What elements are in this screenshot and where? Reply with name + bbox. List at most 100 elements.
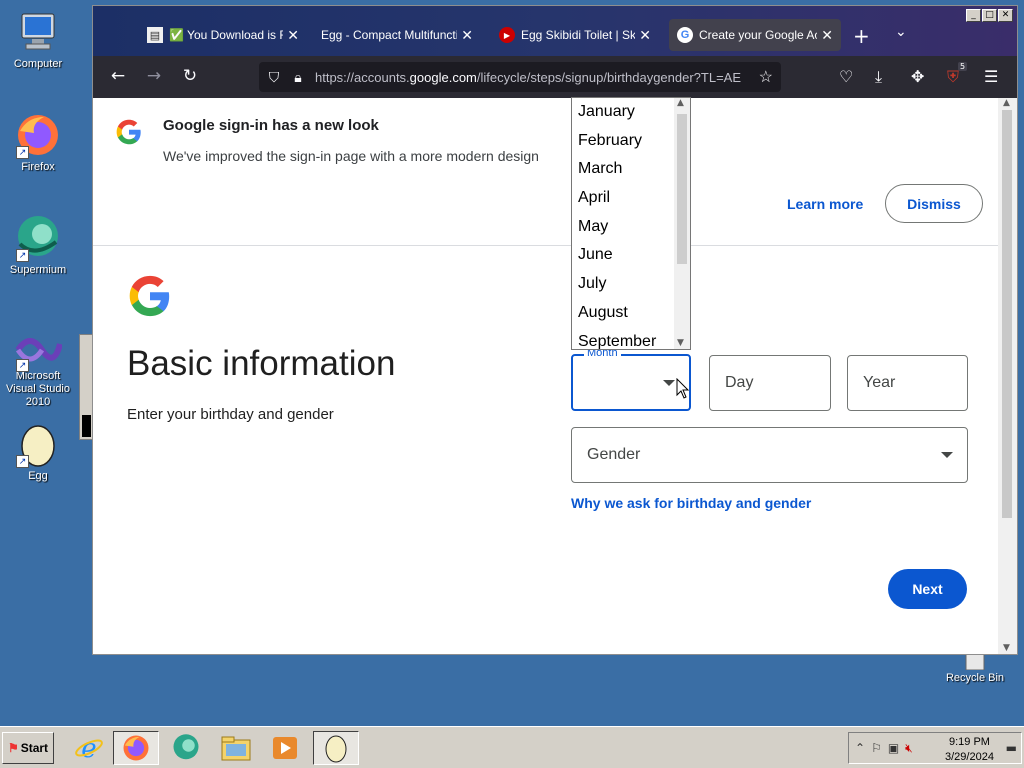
close-icon[interactable]: ✕ bbox=[283, 27, 299, 44]
desktop-icon-visual-studio[interactable]: ↗ Microsoft Visual Studio 2010 bbox=[0, 330, 76, 409]
scroll-up-icon[interactable]: ▲ bbox=[677, 98, 684, 108]
page-scrollbar[interactable]: ▲ ▼ bbox=[998, 98, 1017, 654]
month-select[interactable]: Month bbox=[571, 347, 691, 411]
month-dropdown-list[interactable]: January February March April May June Ju… bbox=[571, 97, 691, 350]
reload-icon[interactable]: ↻ bbox=[179, 66, 201, 86]
tab-title: Create your Google Acco bbox=[699, 28, 817, 42]
tab-title: Egg - Compact Multifunction T bbox=[321, 28, 458, 42]
new-tab-plus-icon[interactable]: + bbox=[853, 24, 870, 48]
back-arrow-icon[interactable]: ← bbox=[107, 66, 129, 86]
month-option[interactable]: March bbox=[572, 155, 675, 184]
month-option[interactable]: August bbox=[572, 299, 675, 328]
month-option[interactable]: April bbox=[572, 184, 675, 213]
show-desktop-icon[interactable]: ▬ bbox=[1006, 741, 1017, 755]
month-option[interactable]: May bbox=[572, 213, 675, 242]
month-option[interactable]: February bbox=[572, 127, 675, 156]
start-button[interactable]: ⚑ Start bbox=[2, 732, 54, 764]
caret-down-icon bbox=[663, 380, 675, 386]
start-label: Start bbox=[20, 741, 49, 755]
internet-explorer-icon: e bbox=[75, 734, 103, 763]
tab-title: Egg Skibidi Toilet | Skibidi bbox=[521, 28, 636, 42]
computer-icon bbox=[14, 8, 62, 56]
extensions-icon[interactable]: ✥ bbox=[911, 67, 924, 86]
egg-icon bbox=[325, 735, 347, 763]
background-window-edge[interactable] bbox=[79, 334, 93, 440]
desktop-icon-computer[interactable]: Computer bbox=[0, 8, 76, 71]
page-icon: ▤ bbox=[147, 27, 163, 43]
signin-notice-banner: Google sign-in has a new look We've impr… bbox=[93, 98, 998, 246]
month-option[interactable]: January bbox=[572, 98, 675, 127]
scroll-down-icon[interactable]: ▼ bbox=[1003, 643, 1010, 653]
scroll-down-icon[interactable]: ▼ bbox=[677, 338, 684, 348]
url-text[interactable]: https://accounts.google.com/lifecycle/st… bbox=[315, 70, 745, 85]
tracking-shield-icon[interactable]: ⛉ bbox=[265, 69, 283, 86]
tray-expand-icon[interactable]: ⌃ bbox=[855, 741, 865, 755]
close-icon[interactable]: ✕ bbox=[635, 27, 651, 44]
desktop-icon-label: Microsoft Visual Studio 2010 bbox=[5, 370, 70, 408]
month-option[interactable]: September bbox=[572, 328, 675, 350]
month-option[interactable]: July bbox=[572, 270, 675, 299]
browser-window: ▤ ✅ You Download is Read ✕ Egg - Compact… bbox=[92, 5, 1018, 655]
taskbar-firefox[interactable] bbox=[113, 731, 159, 765]
pocket-icon[interactable]: ♡ bbox=[839, 67, 853, 86]
gender-select[interactable]: Gender bbox=[571, 427, 968, 483]
volume-muted-icon[interactable]: 🔇︎ bbox=[905, 741, 913, 756]
year-placeholder: Year bbox=[863, 374, 896, 391]
bookmark-star-icon[interactable]: ☆ bbox=[759, 67, 773, 87]
network-icon[interactable]: ▣ bbox=[888, 741, 899, 755]
youtube-icon: ▶ bbox=[499, 27, 515, 43]
menu-hamburger-icon[interactable]: ☰ bbox=[984, 67, 998, 86]
clock-date: 3/29/2024 bbox=[945, 751, 994, 763]
tab-egg-skibidi[interactable]: ▶ Egg Skibidi Toilet | Skibidi ✕ bbox=[491, 19, 659, 51]
tab-google-account[interactable]: G Create your Google Acco ✕ bbox=[669, 19, 841, 51]
tab-egg-compact[interactable]: Egg - Compact Multifunction T ✕ bbox=[313, 19, 481, 51]
ublock-icon[interactable]: ⛨ 5 bbox=[947, 62, 968, 87]
tab-download[interactable]: ▤ ✅ You Download is Read ✕ bbox=[139, 19, 307, 51]
taskbar-file-explorer[interactable] bbox=[213, 731, 259, 765]
close-window-icon[interactable]: ✕ bbox=[998, 9, 1013, 22]
taskbar-media-player[interactable] bbox=[262, 731, 308, 765]
supermium-icon: ↗ bbox=[14, 214, 62, 262]
desktop-icon-supermium[interactable]: ↗ Supermium bbox=[0, 214, 76, 277]
caret-down-icon bbox=[941, 452, 953, 458]
egg-icon: ↗ bbox=[14, 420, 62, 468]
clock[interactable]: 9:19 PM 3/29/2024 bbox=[945, 735, 994, 765]
close-icon[interactable]: ✕ bbox=[457, 27, 473, 44]
scrollbar-thumb[interactable] bbox=[1002, 110, 1012, 518]
nav-bar: ← → ↻ ⛉ 🔒︎ https://accounts.google.com/l… bbox=[93, 56, 1017, 98]
taskbar-internet-explorer[interactable]: e bbox=[66, 731, 112, 765]
list-tabs-chevron-icon[interactable]: ⌄ bbox=[895, 24, 907, 40]
downloads-icon[interactable]: ⤓ bbox=[875, 67, 882, 87]
desktop-icon-firefox[interactable]: ↗ Firefox bbox=[0, 111, 76, 174]
shortcut-arrow-icon: ↗ bbox=[16, 146, 29, 159]
day-input[interactable]: Day bbox=[709, 355, 831, 411]
year-input[interactable]: Year bbox=[847, 355, 968, 411]
dismiss-button[interactable]: Dismiss bbox=[885, 184, 983, 223]
tab-title: ✅ You Download is Read bbox=[169, 28, 283, 42]
dropdown-scrollbar-thumb[interactable] bbox=[677, 114, 687, 264]
desktop-icon-label: Egg bbox=[28, 470, 48, 482]
desktop-icon-egg[interactable]: ↗ Egg bbox=[0, 420, 76, 483]
folder-icon bbox=[221, 736, 251, 761]
learn-more-link[interactable]: Learn more bbox=[787, 196, 863, 212]
page-content: Google sign-in has a new look We've impr… bbox=[93, 98, 998, 654]
lock-icon[interactable]: 🔒︎ bbox=[289, 69, 307, 86]
next-button[interactable]: Next bbox=[888, 569, 967, 609]
minimize-icon[interactable]: _ bbox=[966, 9, 981, 22]
dropdown-scrollbar[interactable]: ▲ ▼ bbox=[674, 98, 690, 349]
ublock-badge: 5 bbox=[958, 62, 968, 71]
scroll-up-icon[interactable]: ▲ bbox=[1003, 98, 1010, 108]
page-subtitle: Enter your birthday and gender bbox=[127, 406, 334, 423]
windows-flag-icon: ⚑ bbox=[7, 741, 19, 755]
month-option[interactable]: June bbox=[572, 241, 675, 270]
shortcut-arrow-icon: ↗ bbox=[16, 249, 29, 262]
taskbar-supermium[interactable] bbox=[163, 731, 209, 765]
why-we-ask-link[interactable]: Why we ask for birthday and gender bbox=[571, 495, 811, 511]
action-center-flag-icon[interactable]: ⚐ bbox=[871, 741, 882, 755]
taskbar-egg[interactable] bbox=[313, 731, 359, 765]
close-icon[interactable]: ✕ bbox=[817, 27, 833, 44]
notice-subtitle: We've improved the sign-in page with a m… bbox=[163, 148, 539, 164]
forward-arrow-icon[interactable]: → bbox=[143, 66, 165, 86]
address-bar[interactable]: ⛉ 🔒︎ https://accounts.google.com/lifecyc… bbox=[259, 62, 781, 92]
maximize-icon[interactable]: □ bbox=[982, 9, 997, 22]
